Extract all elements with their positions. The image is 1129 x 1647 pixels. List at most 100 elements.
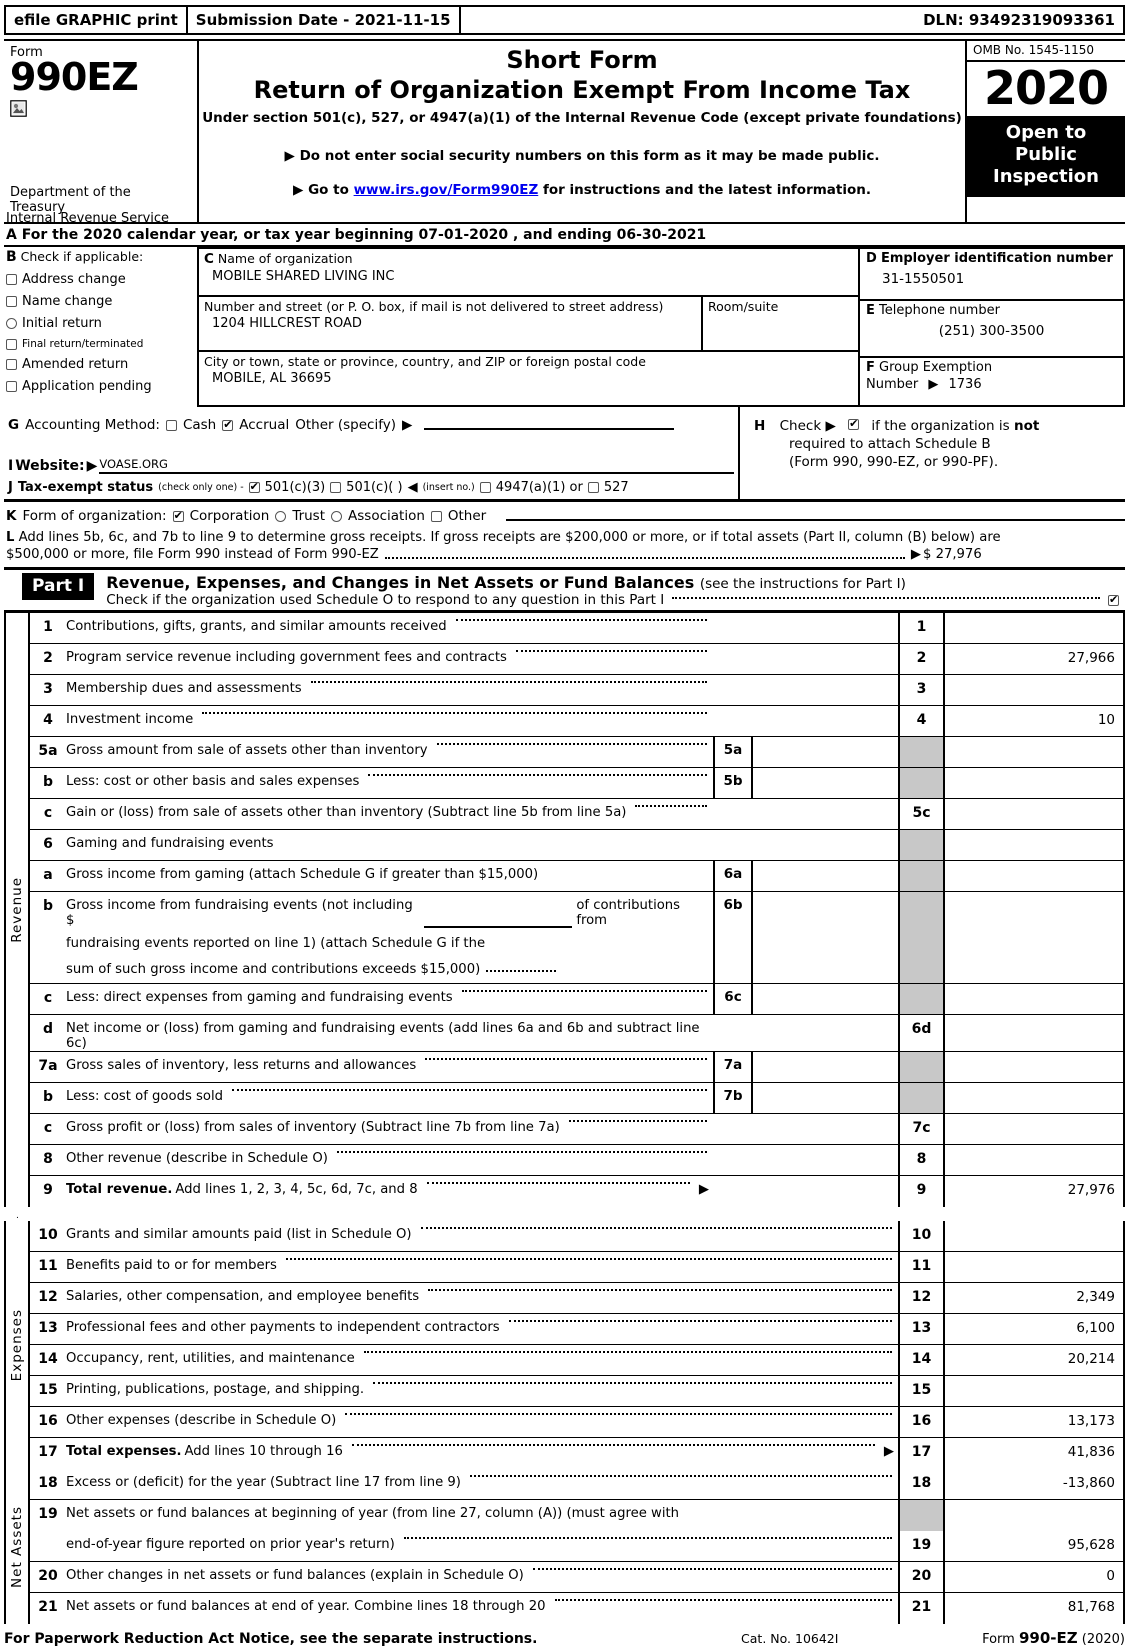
outer-line-value[interactable]: 95,628 [945,1531,1125,1562]
checkbox-final-return[interactable]: Final return/terminated [6,338,193,350]
form-990ez-page: efile GRAPHIC print Submission Date - 20… [0,5,1129,1647]
outer-line-value[interactable] [945,675,1125,706]
group-exemption-number-label: Number [866,377,919,392]
inner-line-value[interactable] [753,892,898,983]
ein-label: Employer identification number [880,251,1113,266]
row-dot-leader [425,1058,707,1061]
checkbox-icon-application-pending[interactable] [6,381,17,392]
checkbox-initial-return[interactable]: Initial return [6,316,193,331]
outer-line-value[interactable] [945,1145,1125,1176]
table-row: 17 Total expenses. Add lines 10 through 1… [30,1438,1125,1470]
checkbox-icon-amended-return[interactable] [6,359,17,370]
row-text-cell: Other revenue (describe in Schedule O) [66,1145,713,1175]
table-row: b Less: cost or other basis and sales exp… [30,768,1125,800]
checkbox-icon-501c3[interactable] [248,480,260,493]
table-row: 4 Investment income 4 10 [30,706,1125,738]
inner-line-value[interactable] [753,768,898,798]
outer-line-value[interactable] [945,1221,1125,1252]
checkbox-icon-accrual[interactable] [222,418,234,431]
checkbox-icon-4947a1[interactable] [479,482,491,493]
schedule-b-line1: H Check ▶ if the organization is not [754,417,1121,435]
checkbox-address-change[interactable]: Address change [6,272,193,287]
outer-line-number: 1 [898,613,945,644]
outer-line-value[interactable]: -13,860 [945,1469,1125,1500]
row-text-cell: Occupancy, rent, utilities, and maintena… [66,1345,898,1375]
row-dot-leader [436,743,707,746]
website-value[interactable]: VOASE.ORG [99,457,734,474]
outer-line-value[interactable] [945,1083,1125,1114]
inner-line-value[interactable] [753,1083,898,1113]
gross-receipts-text2: $500,000 or more, file Form 990 instead … [6,547,379,563]
outer-line-number: 3 [898,675,945,706]
row-number: 15 [38,1382,58,1399]
outer-line-value[interactable] [945,768,1125,799]
outer-line-value[interactable] [945,737,1125,768]
checkbox-icon-initial-return[interactable] [6,318,17,329]
irs-form-link[interactable]: www.irs.gov/Form990EZ [354,182,539,198]
outer-line-value[interactable]: 20,214 [945,1345,1125,1376]
checkbox-application-pending[interactable]: Application pending [6,379,193,394]
checkbox-icon-501c[interactable] [330,482,342,493]
row-label: Occupancy, rent, utilities, and maintena… [66,1351,355,1367]
outer-line-value[interactable]: 27,976 [945,1176,1125,1208]
telephone-label: Telephone number [879,303,1000,318]
outer-line-value[interactable]: 81,768 [945,1593,1125,1625]
outer-line-value[interactable] [945,984,1125,1015]
checkbox-label-4947a1: 4947(a)(1) or [495,480,583,495]
section-f-letter: F [866,360,875,375]
outer-line-value[interactable] [945,1114,1125,1145]
outer-line-value[interactable] [945,1500,1125,1532]
row-text-cell: Less: direct expenses from gaming and fu… [66,984,713,1014]
tax-exempt-status-label: Tax-exempt status [17,480,154,495]
outer-line-value[interactable] [945,1376,1125,1407]
outer-line-value[interactable]: 10 [945,706,1125,737]
masthead-center: Short Form Return of Organization Exempt… [199,41,965,222]
other-org-input-rule[interactable] [506,519,1125,521]
checkbox-icon-association[interactable] [331,510,343,522]
outer-line-value[interactable] [945,892,1125,984]
inner-box-spacer [713,613,898,643]
row-text-cell: Net income or (loss) from gaming and fun… [66,1015,713,1051]
checkbox-icon-final-return[interactable] [6,338,17,350]
checkbox-icon-corporation[interactable] [172,509,184,522]
outer-line-value[interactable] [945,1252,1125,1283]
accounting-other-input-rule[interactable] [424,428,675,430]
outer-line-value[interactable]: 0 [945,1562,1125,1593]
checkbox-icon-other-org[interactable] [430,510,442,522]
outer-line-value[interactable]: 27,966 [945,644,1125,675]
outer-line-value[interactable]: 2,349 [945,1283,1125,1314]
dln-label: DLN: 93492319093361 [923,11,1115,29]
inner-line-value[interactable] [753,984,898,1014]
table-row: 21 Net assets or fund balances at end of … [30,1593,1125,1625]
inner-line-value[interactable] [753,861,898,891]
gross-receipts-dots [384,557,905,560]
outer-line-value[interactable] [945,861,1125,892]
checkbox-icon-name-change[interactable] [6,296,17,307]
checkbox-amended-return[interactable]: Amended return [6,357,193,372]
outer-line-value[interactable]: 6,100 [945,1314,1125,1345]
checkbox-icon-address-change[interactable] [6,274,17,285]
checkbox-label-527: 527 [603,480,629,495]
outer-line-value[interactable] [945,830,1125,861]
checkbox-icon-schedule-b[interactable] [848,417,860,432]
checkbox-icon-527[interactable] [587,482,599,493]
row-label-line2: fundraising events reported on line 1) (… [66,936,486,952]
outer-line-value[interactable] [945,613,1125,644]
checkbox-icon-schedule-o[interactable] [1108,593,1119,606]
inline-blank-field[interactable] [424,926,573,929]
inner-line-value[interactable] [753,1052,898,1082]
outer-line-value[interactable] [945,799,1125,830]
checkbox-icon-cash[interactable] [165,419,177,431]
checkbox-name-change[interactable]: Name change [6,294,193,309]
outer-line-value[interactable] [945,1015,1125,1052]
table-row: 8 Other revenue (describe in Schedule O) 8 [30,1145,1125,1177]
row-text-cell: Professional fees and other payments to … [66,1314,898,1344]
checkbox-icon-trust[interactable] [275,510,287,522]
inner-line-value[interactable] [753,737,898,767]
section-l-gross-receipts: L Add lines 5b, 6c, and 7b to line 9 to … [6,529,1123,563]
row-label: Gross sales of inventory, less returns a… [66,1058,417,1074]
outer-line-value[interactable] [945,1052,1125,1083]
outer-line-value[interactable]: 13,173 [945,1407,1125,1438]
outer-line-value[interactable]: 41,836 [945,1438,1125,1470]
checkbox-label-application-pending: Application pending [22,379,152,394]
